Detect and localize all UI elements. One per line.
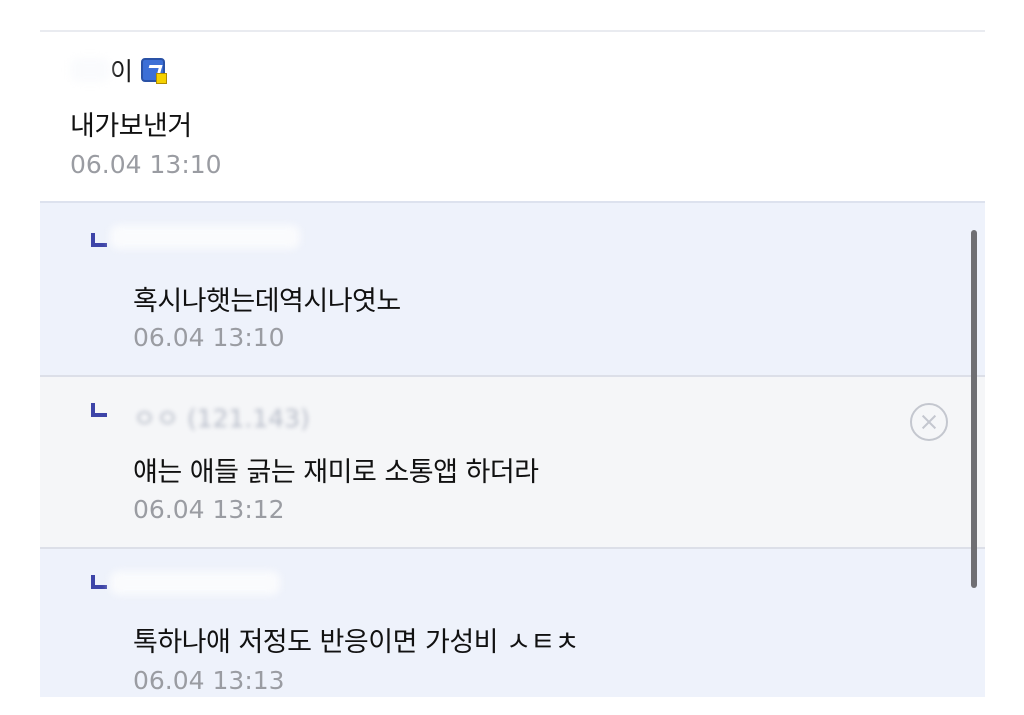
nickname-redacted [110,225,300,249]
fixed-member-badge-icon [141,58,168,84]
reply-author[interactable] [110,571,280,595]
reply-item: ㅇㅇ (121.143) 얘는 애들 긁는 재미로 소통앱 하더라 06.04 … [40,377,985,549]
nickname: ㅇㅇ (121.143) [133,404,310,433]
reply-text: 톡하나애 저정도 반응이면 가성비 ㅅㅌㅊ [133,627,580,658]
comment-list: 이 내가보낸거 06.04 13:10 혹시나햇는데역시나엿노 06.04 13… [40,0,985,715]
delete-circle-x-icon[interactable] [910,403,948,441]
reply-date: 06.04 13:10 [133,323,285,352]
reply-item: 톡하나애 저정도 반응이면 가성비 ㅅㅌㅊ 06.04 13:13 [40,549,985,697]
reply-item: 혹시나햇는데역시나엿노 06.04 13:10 [40,203,985,377]
reply-text: 얘는 애들 긁는 재미로 소통앱 하더라 [133,457,539,488]
nickname: 이 [110,57,134,86]
reply-author[interactable]: ㅇㅇ (121.143) [133,399,310,435]
comment-author[interactable]: 이 [70,52,168,88]
reply-date: 06.04 13:13 [133,666,285,695]
reply-date: 06.04 13:12 [133,495,285,524]
reply-arrow-icon [91,233,107,247]
reply-arrow-icon [91,403,107,417]
reply-arrow-icon [91,575,107,589]
comment-text: 내가보낸거 [70,111,192,142]
reply-text: 혹시나햇는데역시나엿노 [133,286,401,317]
comment-date: 06.04 13:10 [70,150,222,179]
nickname-redacted [70,58,110,82]
scrollbar[interactable] [971,230,977,588]
comment-item: 이 내가보낸거 06.04 13:10 [40,32,985,203]
nickname-redacted [110,571,280,595]
reply-author[interactable] [110,225,300,249]
